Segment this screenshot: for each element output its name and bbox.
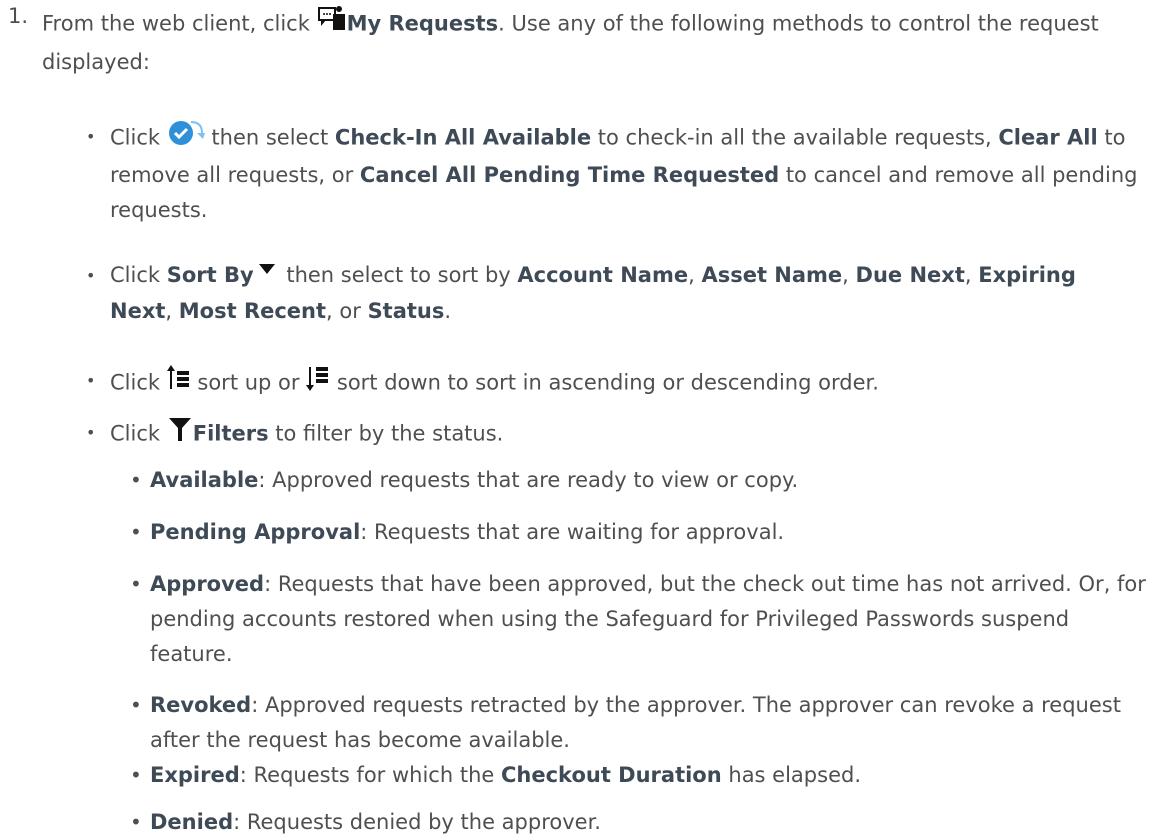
status-item-text: Denied: Requests denied by the approver. bbox=[150, 805, 1150, 840]
bullet-dot: • bbox=[86, 266, 96, 285]
sub-bullet-dot: • bbox=[130, 468, 142, 492]
status-desc: : Requests for which the bbox=[239, 763, 501, 787]
bullet-text-part: to filter by the status. bbox=[268, 421, 504, 446]
status-desc: : Requests that are waiting for approval… bbox=[360, 520, 785, 544]
comma: , bbox=[688, 263, 702, 287]
status-desc: : Approved requests that are ready to vi… bbox=[258, 468, 799, 492]
period: . bbox=[444, 298, 452, 323]
bullet-filters-text: Click Filters to filter by the status. bbox=[110, 415, 1140, 454]
status-name: Available bbox=[150, 468, 259, 492]
document: 1. From the web client, click My Request… bbox=[0, 0, 1160, 838]
bullet-sort-by-text: Click Sort By then select to sort by Acc… bbox=[110, 258, 1140, 329]
check-in-icon bbox=[167, 119, 205, 158]
bullet-text-part: to check-in all the available requests, bbox=[591, 125, 999, 150]
sort-up-icon bbox=[166, 363, 191, 404]
my-requests-icon bbox=[317, 4, 347, 45]
status-name: Pending Approval bbox=[150, 520, 361, 544]
filter-icon bbox=[167, 415, 193, 454]
bullet-text-part: sort down to sort in ascending or descen… bbox=[330, 370, 879, 395]
sort-by-caret-icon bbox=[254, 259, 280, 294]
comma: , bbox=[165, 298, 179, 323]
bullet-text-part: Click bbox=[110, 125, 167, 150]
account-name-label: Account Name bbox=[517, 263, 689, 287]
step-text-part: From the web client, click bbox=[42, 11, 317, 36]
status-item-text: Available: Approved requests that are re… bbox=[150, 463, 1150, 498]
bullet-text-part: then select bbox=[204, 125, 335, 150]
status-item-text: Pending Approval: Requests that are wait… bbox=[150, 515, 1150, 550]
status-item-text: Expired: Requests for which the Checkout… bbox=[150, 758, 1150, 793]
checkout-duration-label: Checkout Duration bbox=[500, 763, 722, 787]
bullet-dot: • bbox=[86, 423, 96, 442]
status-desc: : Approved requests retracted by the app… bbox=[150, 693, 1121, 752]
my-requests-label: My Requests bbox=[346, 11, 499, 36]
bullet-text-part: Click bbox=[110, 370, 167, 395]
comma: , bbox=[964, 263, 979, 287]
bullet-check-in-text: Click then select Check-In All Available… bbox=[110, 119, 1140, 228]
sort-by-label: Sort By bbox=[166, 263, 254, 287]
sub-bullet-dot: • bbox=[130, 572, 142, 596]
asset-name-label: Asset Name bbox=[701, 263, 843, 287]
bullet-dot: • bbox=[86, 371, 96, 390]
sub-bullet-dot: • bbox=[130, 810, 142, 834]
filters-label: Filters bbox=[192, 421, 269, 446]
check-in-all-label: Check-In All Available bbox=[334, 125, 592, 150]
status-name: Revoked bbox=[150, 693, 252, 717]
bullet-sort-order-text: Click sort up or sort down to sort in as… bbox=[110, 363, 1140, 404]
status-item-text: Approved: Requests that have been approv… bbox=[150, 567, 1150, 672]
status-label: Status bbox=[367, 298, 445, 323]
step-number: 1. bbox=[8, 4, 29, 28]
status-name: Denied bbox=[150, 810, 234, 834]
sort-down-icon bbox=[306, 363, 330, 404]
sub-bullet-dot: • bbox=[130, 763, 142, 787]
status-name: Approved bbox=[150, 572, 265, 596]
sub-bullet-dot: • bbox=[130, 693, 142, 717]
status-name: Expired bbox=[150, 763, 240, 787]
clear-all-label: Clear All bbox=[998, 125, 1098, 150]
bullet-text-part: then select to sort by bbox=[279, 263, 518, 287]
bullet-text-part: Click bbox=[110, 421, 167, 446]
cancel-all-label: Cancel All Pending Time Requested bbox=[359, 163, 780, 187]
status-item-text: Revoked: Approved requests retracted by … bbox=[150, 688, 1150, 758]
due-next-label: Due Next bbox=[855, 263, 965, 287]
status-desc: has elapsed. bbox=[721, 763, 861, 787]
comma: , bbox=[842, 263, 856, 287]
most-recent-label: Most Recent bbox=[178, 298, 327, 323]
sub-bullet-dot: • bbox=[130, 520, 142, 544]
status-desc: : Requests denied by the approver. bbox=[233, 810, 601, 834]
bullet-text-part: sort up or bbox=[190, 370, 307, 395]
status-desc: : Requests that have been approved, but … bbox=[150, 572, 1146, 666]
bullet-text-part: Click bbox=[110, 263, 167, 287]
comma-or: , or bbox=[326, 298, 368, 323]
step-1-text: From the web client, click My Requests. … bbox=[42, 4, 1132, 80]
bullet-dot: • bbox=[86, 127, 96, 146]
